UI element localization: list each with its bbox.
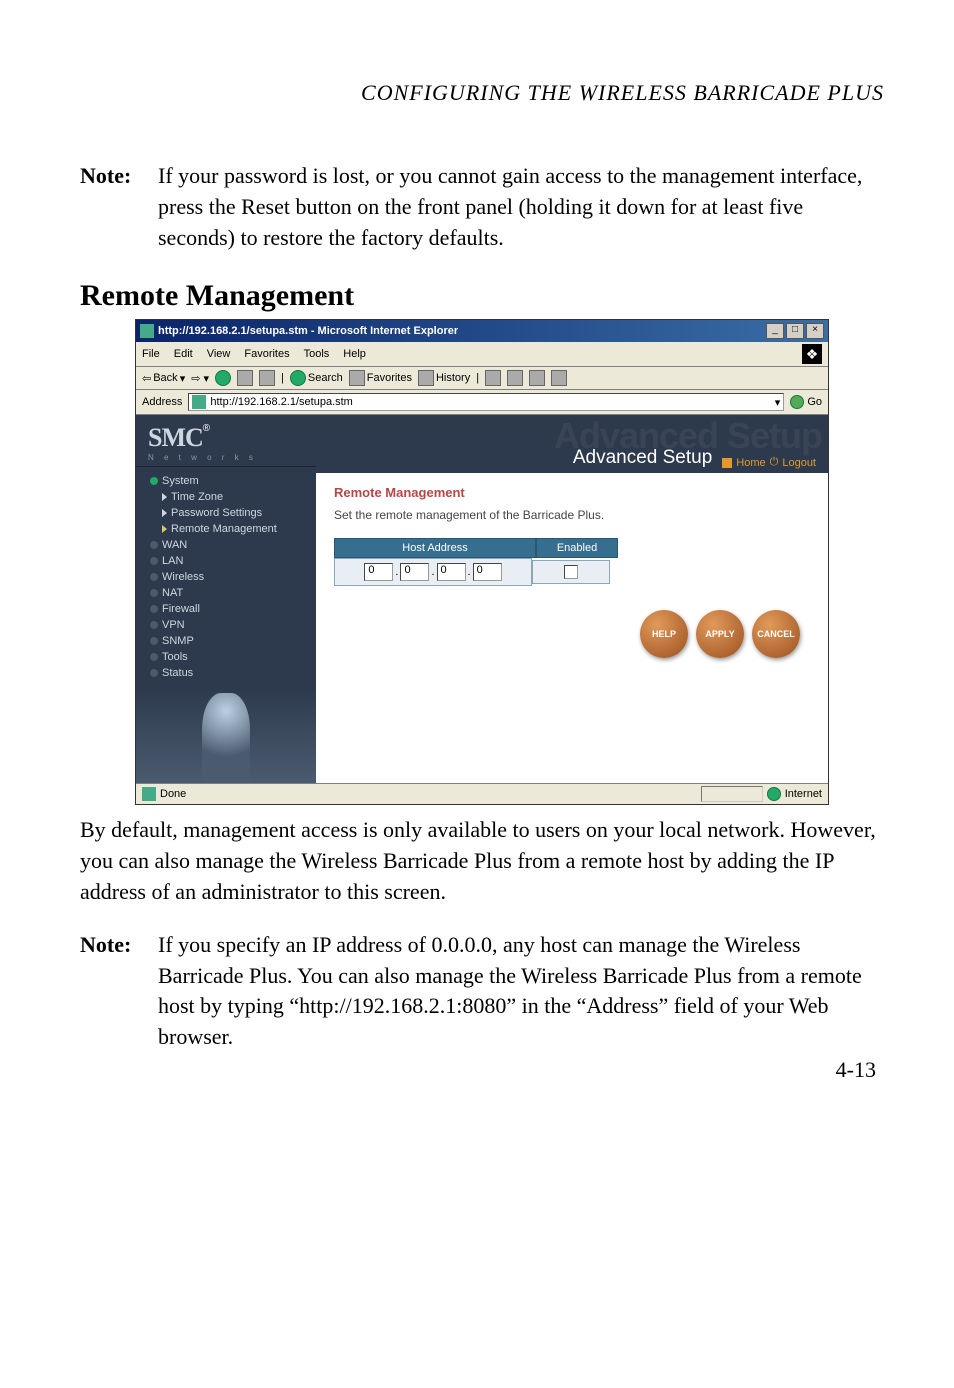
- home-link-icon: [722, 458, 732, 468]
- minimize-button[interactable]: _: [766, 323, 784, 339]
- nav-status[interactable]: Status: [136, 665, 316, 681]
- nav-vpn[interactable]: VPN: [136, 617, 316, 633]
- note-text-2: If you specify an IP address of 0.0.0.0,…: [158, 930, 884, 1053]
- status-zone: Internet: [785, 788, 822, 800]
- status-page-icon: [142, 787, 156, 801]
- body-paragraph: By default, management access is only av…: [80, 815, 884, 907]
- smc-logo: SMC® N e t w o r k s: [136, 415, 316, 467]
- col-host-address: Host Address: [334, 538, 536, 558]
- address-value: http://192.168.2.1/setupa.stm: [210, 396, 352, 408]
- chapter-title: CONFIGURING THE WIRELESS BARRICADE PLUS: [80, 80, 884, 106]
- print-icon[interactable]: [507, 370, 523, 386]
- status-done: Done: [160, 788, 186, 800]
- search-button[interactable]: Search: [290, 370, 343, 386]
- section-heading: Remote Management: [80, 279, 884, 313]
- favorites-button[interactable]: Favorites: [349, 370, 412, 386]
- back-button[interactable]: ⇦ Back ▾: [142, 372, 185, 385]
- menu-favorites[interactable]: Favorites: [244, 348, 289, 360]
- note-block-1: Note: If your password is lost, or you c…: [80, 161, 884, 253]
- address-input[interactable]: http://192.168.2.1/setupa.stm ▾: [188, 393, 784, 411]
- window-title: http://192.168.2.1/setupa.stm - Microsof…: [158, 325, 458, 337]
- refresh-icon[interactable]: [237, 370, 253, 386]
- nav-lan[interactable]: LAN: [136, 553, 316, 569]
- sidebar: SMC® N e t w o r k s System Time Zone Pa…: [136, 415, 316, 783]
- nav-tools[interactable]: Tools: [136, 649, 316, 665]
- ie-throbber-icon: ❖: [802, 344, 822, 364]
- menu-help[interactable]: Help: [343, 348, 366, 360]
- panel-desc: Set the remote management of the Barrica…: [334, 508, 810, 522]
- panel-title: Remote Management: [334, 485, 810, 500]
- menubar: File Edit View Favorites Tools Help ❖: [136, 342, 828, 367]
- ie-icon: [140, 324, 154, 338]
- stop-icon[interactable]: [215, 370, 231, 386]
- logout-link[interactable]: Logout: [782, 457, 816, 469]
- nav-system[interactable]: System: [136, 473, 316, 489]
- nav-nat[interactable]: NAT: [136, 585, 316, 601]
- edit-icon[interactable]: [529, 370, 545, 386]
- browser-window: http://192.168.2.1/setupa.stm - Microsof…: [135, 319, 829, 805]
- home-icon[interactable]: [259, 370, 275, 386]
- titlebar: http://192.168.2.1/setupa.stm - Microsof…: [136, 320, 828, 342]
- nav-wan[interactable]: WAN: [136, 537, 316, 553]
- apply-button[interactable]: APPLY: [696, 610, 744, 658]
- maximize-button[interactable]: □: [786, 323, 804, 339]
- ip-octet-2[interactable]: 0: [400, 563, 429, 581]
- note-label: Note:: [80, 161, 158, 253]
- close-button[interactable]: ×: [806, 323, 824, 339]
- ip-octet-1[interactable]: 0: [364, 563, 393, 581]
- menu-tools[interactable]: Tools: [304, 348, 330, 360]
- history-button[interactable]: History: [418, 370, 470, 386]
- help-button[interactable]: HELP: [640, 610, 688, 658]
- statusbar: Done Internet: [136, 783, 828, 804]
- address-label: Address: [142, 396, 182, 408]
- menu-edit[interactable]: Edit: [174, 348, 193, 360]
- discuss-icon[interactable]: [551, 370, 567, 386]
- note-text-1: If your password is lost, or you cannot …: [158, 161, 884, 253]
- nav-password-settings[interactable]: Password Settings: [136, 505, 316, 521]
- toolbar: ⇦ Back ▾ ⇨ ▾ | Search Favorites History …: [136, 367, 828, 390]
- enabled-checkbox[interactable]: [564, 565, 578, 579]
- cancel-button[interactable]: CANCEL: [752, 610, 800, 658]
- addressbar: Address http://192.168.2.1/setupa.stm ▾ …: [136, 390, 828, 415]
- mail-icon[interactable]: [485, 370, 501, 386]
- note-block-2: Note: If you specify an IP address of 0.…: [80, 930, 884, 1053]
- nav-time-zone[interactable]: Time Zone: [136, 489, 316, 505]
- sidebar-image: [136, 687, 316, 783]
- adv-ghost-text: Advanced Setup: [554, 415, 822, 457]
- col-enabled: Enabled: [536, 538, 618, 558]
- menu-view[interactable]: View: [207, 348, 231, 360]
- go-button[interactable]: Go: [790, 395, 822, 409]
- note-label-2: Note:: [80, 930, 158, 1053]
- go-icon: [790, 395, 804, 409]
- menu-file[interactable]: File: [142, 348, 160, 360]
- zone-icon: [767, 787, 781, 801]
- home-link[interactable]: Home: [736, 457, 765, 469]
- nav-snmp[interactable]: SNMP: [136, 633, 316, 649]
- nav-wireless[interactable]: Wireless: [136, 569, 316, 585]
- nav-firewall[interactable]: Firewall: [136, 601, 316, 617]
- adv-header: Advanced Setup Advanced Setup Home ⏻ Log…: [316, 415, 828, 473]
- nav-remote-management[interactable]: Remote Management: [136, 521, 316, 537]
- ip-octet-3[interactable]: 0: [437, 563, 466, 581]
- ip-octet-4[interactable]: 0: [473, 563, 502, 581]
- main-content: Advanced Setup Advanced Setup Home ⏻ Log…: [316, 415, 828, 783]
- forward-button[interactable]: ⇨ ▾: [191, 372, 209, 385]
- page-number: 4-13: [836, 1057, 876, 1083]
